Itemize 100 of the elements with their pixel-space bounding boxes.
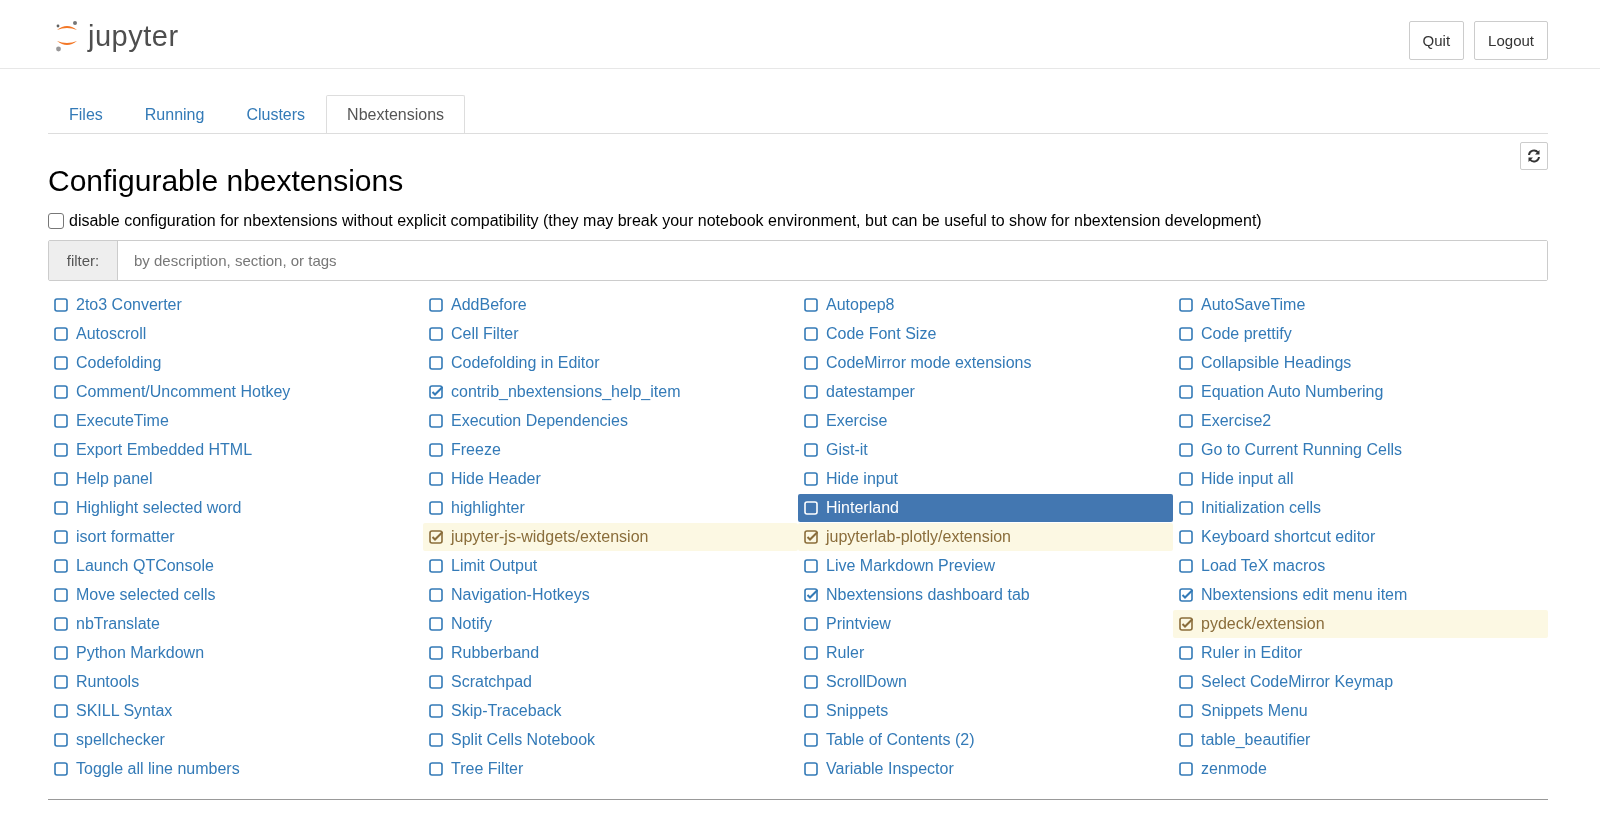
extension-item[interactable]: Hide input all (1173, 465, 1548, 493)
extension-item[interactable]: Navigation-Hotkeys (423, 581, 798, 609)
checked-box-icon[interactable] (429, 530, 443, 544)
extension-item[interactable]: pydeck/extension (1173, 610, 1548, 638)
checkbox-icon[interactable] (54, 385, 68, 399)
extension-item[interactable]: SKILL Syntax (48, 697, 423, 725)
checkbox-icon[interactable] (54, 675, 68, 689)
extension-item[interactable]: Toggle all line numbers (48, 755, 423, 783)
extension-item[interactable]: Ruler (798, 639, 1173, 667)
extension-item[interactable]: Freeze (423, 436, 798, 464)
extension-item[interactable]: jupyter-js-widgets/extension (423, 523, 798, 551)
checkbox-icon[interactable] (804, 356, 818, 370)
extension-item[interactable]: Go to Current Running Cells (1173, 436, 1548, 464)
checkbox-icon[interactable] (1179, 559, 1193, 573)
checkbox-icon[interactable] (54, 356, 68, 370)
checkbox-icon[interactable] (804, 762, 818, 776)
tab[interactable]: Running (123, 95, 226, 134)
extension-item[interactable]: Nbextensions edit menu item (1173, 581, 1548, 609)
extension-item[interactable]: Printview (798, 610, 1173, 638)
extension-item[interactable]: Help panel (48, 465, 423, 493)
checkbox-icon[interactable] (1179, 443, 1193, 457)
checkbox-icon[interactable] (54, 501, 68, 515)
checkbox-icon[interactable] (1179, 327, 1193, 341)
checkbox-icon[interactable] (1179, 472, 1193, 486)
tab[interactable]: Clusters (225, 95, 327, 134)
extension-item[interactable]: zenmode (1173, 755, 1548, 783)
checkbox-icon[interactable] (429, 704, 443, 718)
checkbox-icon[interactable] (804, 385, 818, 399)
extension-item[interactable]: Highlight selected word (48, 494, 423, 522)
extension-item[interactable]: Hide Header (423, 465, 798, 493)
extension-item[interactable]: Runtools (48, 668, 423, 696)
extension-item[interactable]: Move selected cells (48, 581, 423, 609)
checkbox-icon[interactable] (1179, 356, 1193, 370)
checkbox-icon[interactable] (1179, 298, 1193, 312)
checkbox-icon[interactable] (54, 588, 68, 602)
extension-item[interactable]: highlighter (423, 494, 798, 522)
extension-item[interactable]: Notify (423, 610, 798, 638)
checked-box-icon[interactable] (429, 385, 443, 399)
checkbox-icon[interactable] (54, 472, 68, 486)
extension-item[interactable]: Scratchpad (423, 668, 798, 696)
extension-item[interactable]: ScrollDown (798, 668, 1173, 696)
extension-item[interactable]: nbTranslate (48, 610, 423, 638)
extension-item[interactable]: Autoscroll (48, 320, 423, 348)
checkbox-icon[interactable] (1179, 675, 1193, 689)
extension-item[interactable]: Rubberband (423, 639, 798, 667)
extension-item[interactable]: contrib_nbextensions_help_item (423, 378, 798, 406)
checkbox-icon[interactable] (429, 414, 443, 428)
extension-item[interactable]: datestamper (798, 378, 1173, 406)
checkbox-icon[interactable] (54, 530, 68, 544)
extension-item[interactable]: Initialization cells (1173, 494, 1548, 522)
extension-item[interactable]: Exercise2 (1173, 407, 1548, 435)
checkbox-icon[interactable] (804, 472, 818, 486)
checkbox-icon[interactable] (804, 675, 818, 689)
checked-box-icon[interactable] (804, 588, 818, 602)
extension-item[interactable]: Launch QTConsole (48, 552, 423, 580)
extension-item[interactable]: Limit Output (423, 552, 798, 580)
extension-item[interactable]: AutoSaveTime (1173, 291, 1548, 319)
checkbox-icon[interactable] (54, 559, 68, 573)
header-button[interactable]: Logout (1474, 20, 1548, 60)
extension-item[interactable]: ExecuteTime (48, 407, 423, 435)
checkbox-icon[interactable] (1179, 501, 1193, 515)
extension-item[interactable]: CodeMirror mode extensions (798, 349, 1173, 377)
checkbox-icon[interactable] (54, 733, 68, 747)
extension-item[interactable]: spellchecker (48, 726, 423, 754)
checkbox-icon[interactable] (429, 472, 443, 486)
extension-item[interactable]: Variable Inspector (798, 755, 1173, 783)
extension-item[interactable]: 2to3 Converter (48, 291, 423, 319)
checkbox[interactable] (48, 213, 64, 229)
checkbox-icon[interactable] (54, 704, 68, 718)
checkbox-icon[interactable] (54, 443, 68, 457)
checkbox-icon[interactable] (54, 646, 68, 660)
checkbox-icon[interactable] (429, 675, 443, 689)
checkbox-icon[interactable] (1179, 762, 1193, 776)
checkbox-icon[interactable] (54, 327, 68, 341)
checkbox-icon[interactable] (804, 443, 818, 457)
checked-box-icon[interactable] (1179, 617, 1193, 631)
extension-item[interactable]: Codefolding in Editor (423, 349, 798, 377)
extension-item[interactable]: Python Markdown (48, 639, 423, 667)
extension-item[interactable]: jupyterlab-plotly/extension (798, 523, 1173, 551)
checkbox-icon[interactable] (54, 414, 68, 428)
extension-item[interactable]: Code Font Size (798, 320, 1173, 348)
header-button[interactable]: Quit (1408, 20, 1465, 60)
extension-item[interactable]: Keyboard shortcut editor (1173, 523, 1548, 551)
extension-item[interactable]: Snippets (798, 697, 1173, 725)
extension-item[interactable]: Hide input (798, 465, 1173, 493)
checkbox-icon[interactable] (1179, 530, 1193, 544)
checkbox-icon[interactable] (429, 646, 443, 660)
checkbox-icon[interactable] (1179, 646, 1193, 660)
extension-item[interactable]: Load TeX macros (1173, 552, 1548, 580)
checkbox-icon[interactable] (429, 327, 443, 341)
tab[interactable]: Nbextensions (326, 95, 466, 133)
extension-item[interactable]: AddBefore (423, 291, 798, 319)
checkbox-icon[interactable] (429, 501, 443, 515)
checkbox-icon[interactable] (804, 414, 818, 428)
checkbox-icon[interactable] (54, 762, 68, 776)
extension-item[interactable]: Hinterland (798, 494, 1173, 522)
checkbox-icon[interactable] (429, 617, 443, 631)
extension-item[interactable]: Select CodeMirror Keymap (1173, 668, 1548, 696)
checkbox-icon[interactable] (1179, 704, 1193, 718)
extension-item[interactable]: Snippets Menu (1173, 697, 1548, 725)
